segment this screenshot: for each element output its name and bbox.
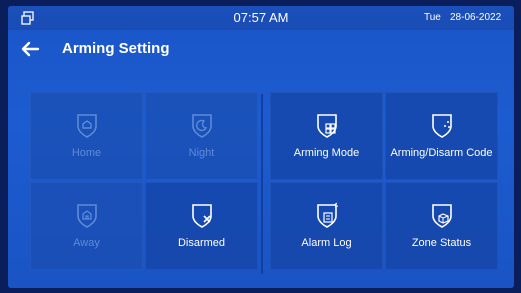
mode-home-button[interactable]: Home — [30, 92, 143, 180]
status-date: 28-06-2022 — [450, 12, 502, 23]
zone-status-button[interactable]: Zone Status — [385, 182, 498, 270]
mode-home-label: Home — [71, 147, 102, 159]
arming-disarm-code-button[interactable]: Arming/Disarm Code — [385, 92, 498, 180]
arming-mode-button[interactable]: Arming Mode — [270, 92, 383, 180]
shield-home-icon — [76, 112, 98, 138]
mode-away-label: Away — [73, 237, 100, 249]
shield-house-icon — [76, 202, 98, 228]
shield-key-icon — [431, 112, 453, 138]
mode-disarmed-button[interactable]: Disarmed — [145, 182, 258, 270]
shield-grid-icon — [316, 112, 338, 138]
group-divider — [261, 94, 263, 274]
shield-x-icon — [191, 202, 213, 228]
mode-night-button[interactable]: Night — [145, 92, 258, 180]
alarm-log-button[interactable]: Alarm Log — [270, 182, 383, 270]
status-day: Tue — [424, 12, 441, 23]
mode-away-button[interactable]: Away — [30, 182, 143, 270]
back-button[interactable] — [18, 38, 42, 60]
status-bar: 07:57 AM Tue 28-06-2022 — [8, 6, 514, 30]
screen: 07:57 AM Tue 28-06-2022 Arming Setting H… — [8, 6, 514, 288]
zone-status-label: Zone Status — [411, 237, 472, 249]
page-title: Arming Setting — [62, 40, 170, 57]
mode-night-label: Night — [188, 147, 215, 159]
shield-check-icon — [431, 202, 453, 228]
arming-disarm-code-label: Arming/Disarm Code — [390, 147, 493, 159]
arming-mode-label: Arming Mode — [293, 147, 360, 159]
alarm-log-label: Alarm Log — [301, 237, 352, 249]
mode-disarmed-label: Disarmed — [177, 237, 226, 249]
shield-log-icon — [316, 202, 338, 228]
arrow-left-icon — [21, 41, 40, 57]
shield-moon-icon — [191, 112, 213, 138]
header: Arming Setting — [8, 34, 514, 64]
